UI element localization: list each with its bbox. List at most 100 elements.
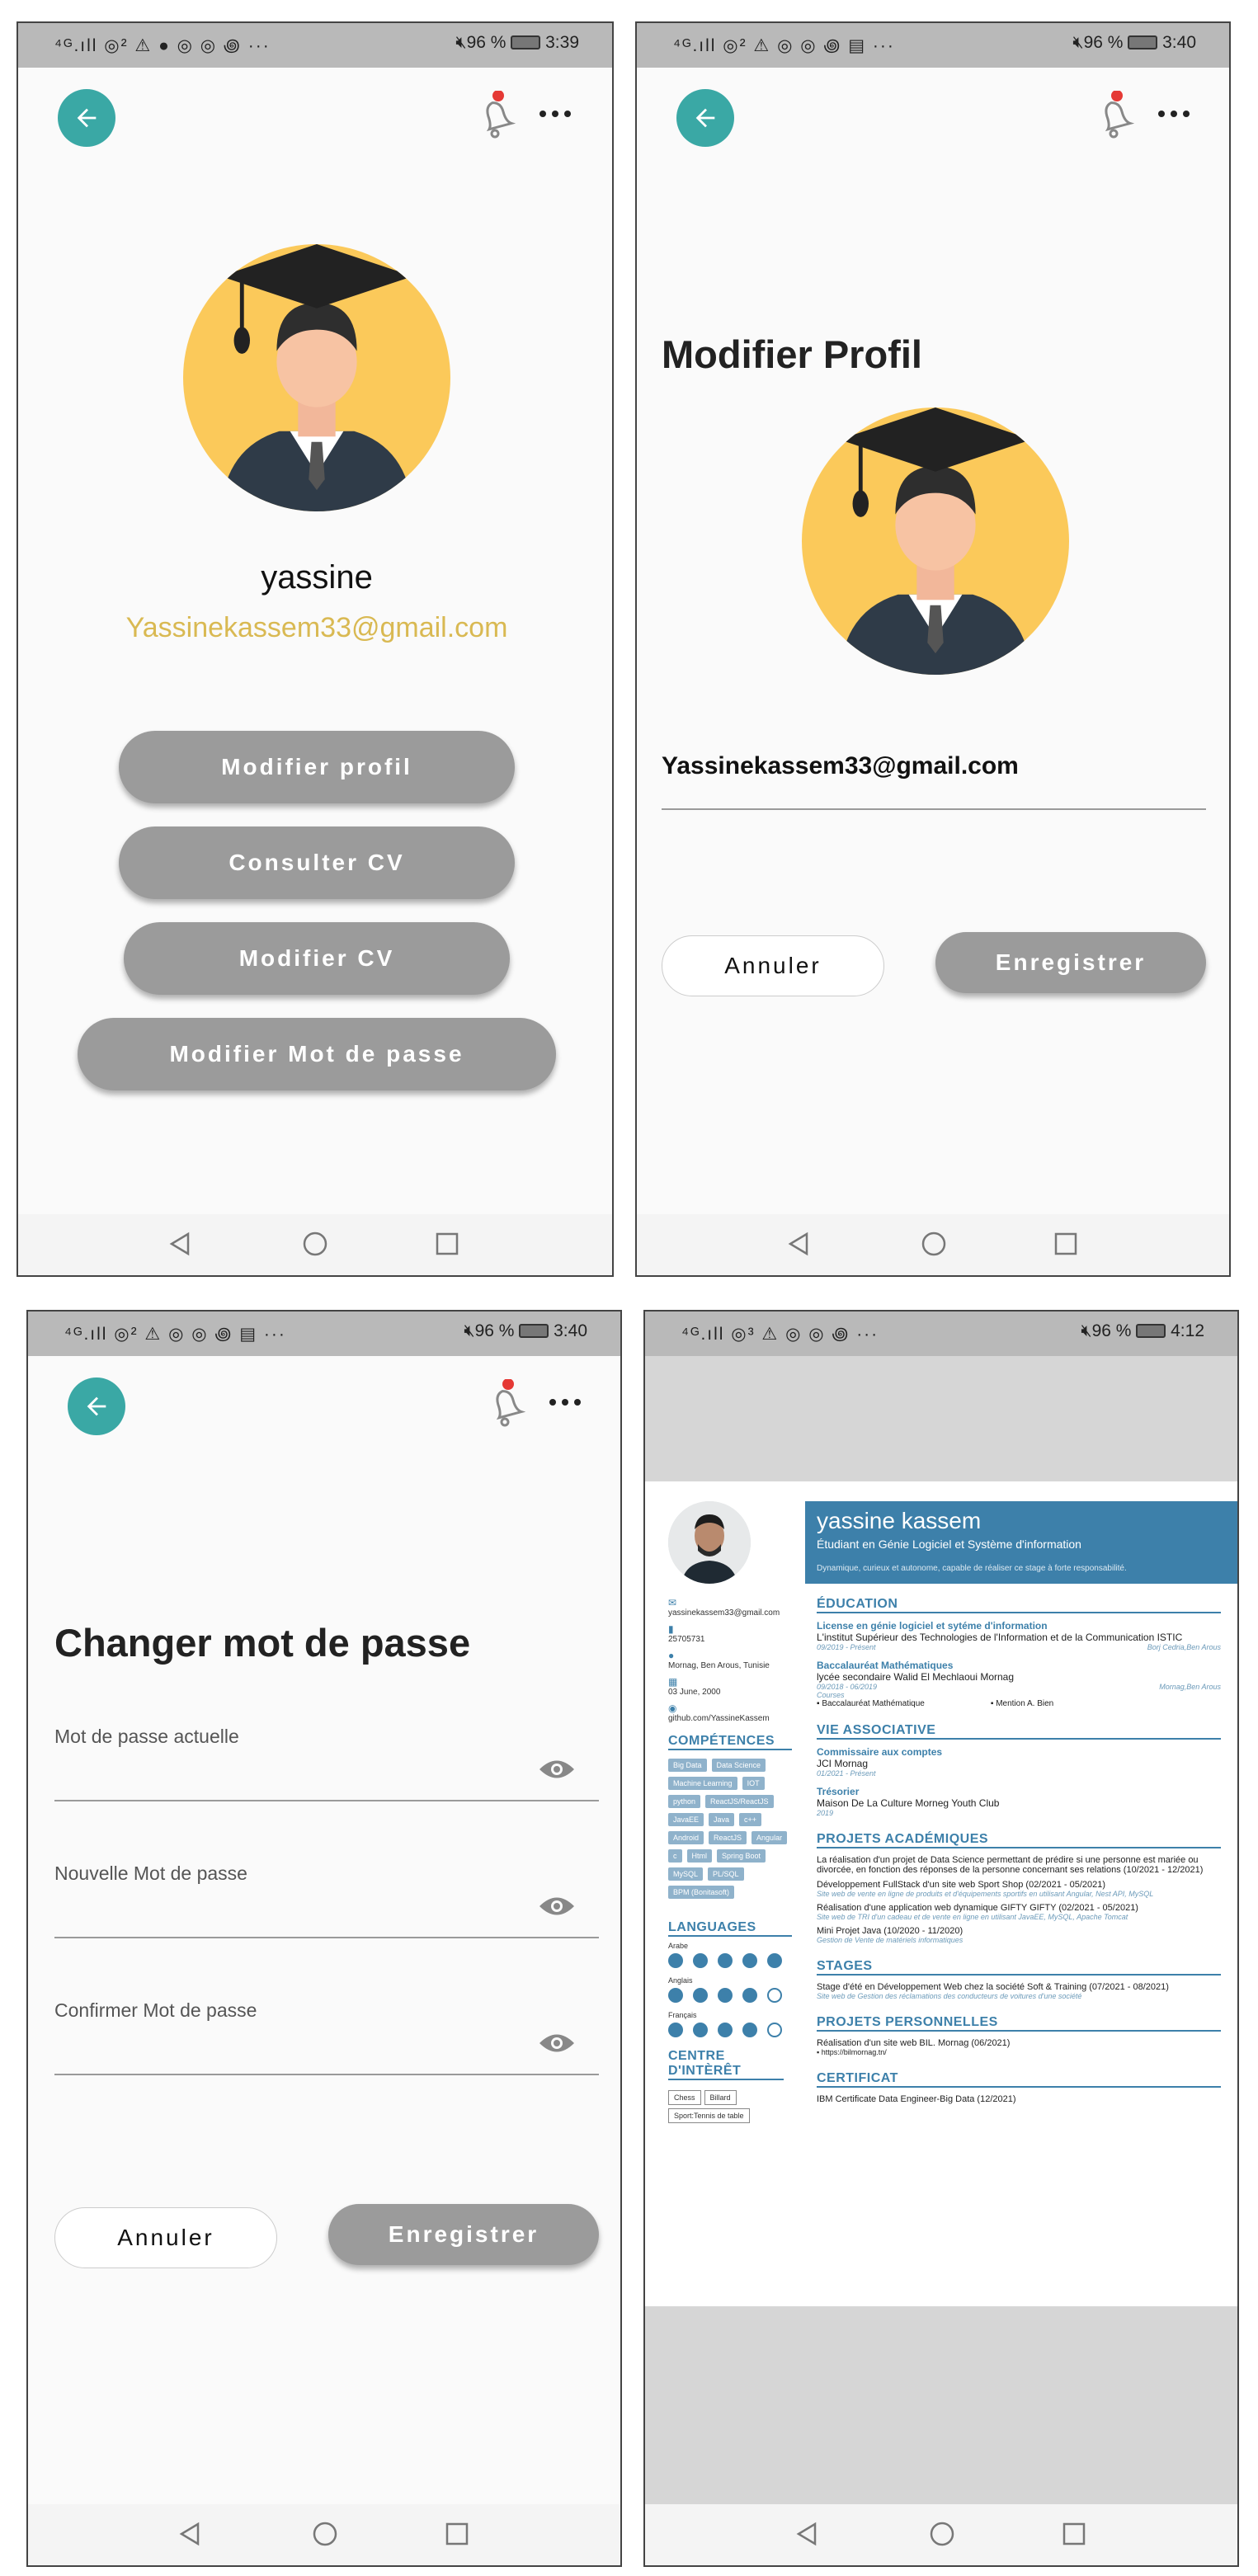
assoc1-title: Commissaire aux comptes — [817, 1746, 943, 1758]
project-2-desc: Site web de vente en ligne de produits e… — [817, 1890, 1154, 1898]
edu1-place: Borj Cedria,Ben Arous — [1147, 1643, 1221, 1651]
android-nav-bar — [18, 1214, 612, 1275]
more-icon[interactable] — [544, 1391, 586, 1414]
interest-chip: Billard — [704, 2090, 737, 2105]
assoc1-org: JCI Mornag — [817, 1758, 869, 1769]
certificate-heading: CERTIFICAT — [817, 2071, 1221, 2088]
current-password-input[interactable] — [54, 1800, 599, 1801]
nav-recent-icon[interactable] — [434, 1231, 460, 1257]
education-heading: ÉDUCATION — [817, 1597, 1221, 1613]
nav-recent-icon[interactable] — [444, 2521, 470, 2547]
cancel-button[interactable]: Annuler — [662, 935, 884, 996]
stage-1: Stage d'été en Développement Web chez la… — [817, 1982, 1169, 1992]
edu2-title: Baccalauréat Mathématiques — [817, 1660, 954, 1671]
battery-icon — [519, 1324, 549, 1338]
nav-home-icon[interactable] — [302, 1231, 328, 1257]
back-button[interactable] — [68, 1377, 125, 1435]
edit-cv-button[interactable]: Modifier CV — [124, 922, 510, 995]
nav-back-icon[interactable] — [794, 2521, 820, 2547]
edu1-date: 09/2019 - Présent — [817, 1643, 876, 1651]
more-icon[interactable] — [535, 102, 576, 125]
skill-chip: Angular — [752, 1831, 788, 1844]
bell-icon[interactable] — [483, 1379, 530, 1432]
confirm-password-input[interactable] — [54, 2074, 599, 2075]
change-password-button[interactable]: Modifier Mot de passe — [78, 1018, 556, 1090]
skill-chip: JavaEE — [668, 1813, 704, 1826]
avatar — [183, 244, 450, 511]
skill-chip: c++ — [739, 1813, 762, 1826]
edu2-place: Mornag,Ben Arous — [1159, 1683, 1221, 1691]
cv-main: ÉDUCATION License en génie logiciel et s… — [817, 1597, 1221, 2104]
profile-screen: ⁴ᴳ.ıll ◎² ⚠ ● ◎ ◎ ꩜ ··· 🔇︎96 % 3:39 yass… — [16, 21, 614, 1277]
language-name: Anglais — [668, 1976, 693, 1985]
edit-profile-button[interactable]: Modifier profil — [119, 731, 515, 803]
interest-chip: Sport:Tennis de table — [668, 2108, 750, 2123]
nav-home-icon[interactable] — [921, 1231, 947, 1257]
change-password-screen: ⁴ᴳ.ıll ◎² ⚠ ◎ ◎ ꩜ ▤ ··· 🔇︎96 % 3:40 Chan… — [26, 1310, 622, 2567]
battery-level: 96 % — [1091, 1321, 1132, 1340]
skill-chip: MySQL — [668, 1867, 704, 1881]
battery-icon — [1128, 35, 1158, 49]
mail-icon: ✉ — [668, 1597, 677, 1608]
back-button[interactable] — [58, 89, 115, 147]
bell-icon[interactable] — [474, 91, 520, 144]
battery-icon — [1136, 1324, 1166, 1338]
eye-icon[interactable] — [538, 2031, 576, 2056]
save-button[interactable]: Enregistrer — [328, 2204, 599, 2265]
nav-recent-icon[interactable] — [1053, 1231, 1079, 1257]
personal-project-1: Réalisation d'un site web BIL. Mornag (0… — [817, 2038, 1011, 2048]
cv-document[interactable]: yassine kassem Étudiant en Génie Logicie… — [645, 1481, 1237, 2306]
clock: 4:12 — [1171, 1321, 1204, 1340]
status-icons: ⁴ᴳ.ıll ◎³ ⚠ ◎ ◎ ꩜ ··· — [681, 1325, 879, 1344]
interest-chip: Chess — [668, 2090, 701, 2105]
cv-email: yassinekassem33@gmail.com — [668, 1608, 780, 1618]
status-right: 🔇︎96 % 4:12 — [1081, 1321, 1204, 1341]
project-1: La réalisation d'un projet de Data Scien… — [817, 1855, 1204, 1875]
back-arrow-icon — [695, 108, 715, 128]
cv-viewer-screen: ⁴ᴳ.ıll ◎³ ⚠ ◎ ◎ ꩜ ··· 🔇︎96 % 4:12 yassin… — [643, 1310, 1239, 2567]
view-cv-button[interactable]: Consulter CV — [119, 826, 515, 899]
cv-phone: 25705731 — [668, 1635, 705, 1644]
nav-back-icon[interactable] — [785, 1231, 812, 1257]
personal-project-1-link[interactable]: ▪ https://bilmornag.tn/ — [817, 2048, 1221, 2056]
nav-back-icon[interactable] — [177, 2521, 203, 2547]
skill-chip: PL/SQL — [708, 1867, 744, 1881]
page-title: Modifier Profil — [662, 332, 922, 376]
email-field[interactable]: Yassinekassem33@gmail.com — [662, 752, 1019, 780]
personal-project-1-url[interactable]: https://bilmornag.tn/ — [822, 2048, 887, 2056]
status-icons: ⁴ᴳ.ıll ◎² ⚠ ◎ ◎ ꩜ ▤ ··· — [673, 36, 895, 55]
page-title: Changer mot de passe — [54, 1621, 471, 1665]
new-password-input[interactable] — [54, 1937, 599, 1938]
skill-chip: Spring Boot — [717, 1849, 766, 1863]
bell-icon[interactable] — [1092, 91, 1138, 144]
avatar[interactable] — [802, 407, 1069, 675]
github-icon: ◉ — [668, 1702, 677, 1714]
assoc2-date: 2019 — [817, 1809, 834, 1817]
interests-heading: CENTRE D'INTÈRÊT — [668, 2049, 784, 2080]
confirm-password-label: Confirmer Mot de passe — [54, 1999, 257, 2021]
level-dot — [668, 2023, 683, 2037]
nav-home-icon[interactable] — [929, 2521, 955, 2547]
mute-icon: 🔇︎ — [464, 1321, 475, 1340]
save-button[interactable]: Enregistrer — [935, 932, 1206, 993]
edu2-date: 09/2018 - 06/2019 — [817, 1683, 878, 1691]
status-right: 🔇︎96 % 3:40 — [464, 1321, 587, 1341]
back-button[interactable] — [676, 89, 734, 147]
email-underline — [662, 808, 1206, 810]
cancel-button[interactable]: Annuler — [54, 2207, 277, 2268]
languages-list: Arabe Anglais Français — [668, 1942, 792, 2037]
eye-icon[interactable] — [538, 1757, 576, 1782]
project-4: Mini Projet Java (10/2020 - 11/2020) — [817, 1926, 964, 1936]
nav-home-icon[interactable] — [312, 2521, 338, 2547]
more-icon[interactable] — [1153, 102, 1194, 125]
eye-icon[interactable] — [538, 1894, 576, 1919]
nav-recent-icon[interactable] — [1061, 2521, 1087, 2547]
status-bar: ⁴ᴳ.ıll ◎² ⚠ ◎ ◎ ꩜ ▤ ··· 🔇︎96 % 3:40 — [637, 23, 1229, 68]
associative-heading: VIE ASSOCIATIVE — [817, 1723, 1221, 1740]
status-bar: ⁴ᴳ.ıll ◎² ⚠ ◎ ◎ ꩜ ▤ ··· 🔇︎96 % 3:40 — [28, 1312, 620, 1356]
language-name: Arabe — [668, 1942, 689, 1950]
nav-back-icon[interactable] — [167, 1231, 193, 1257]
level-dot — [718, 1988, 733, 2003]
level-dot — [742, 1953, 757, 1968]
mute-icon: 🔇︎ — [455, 33, 467, 52]
